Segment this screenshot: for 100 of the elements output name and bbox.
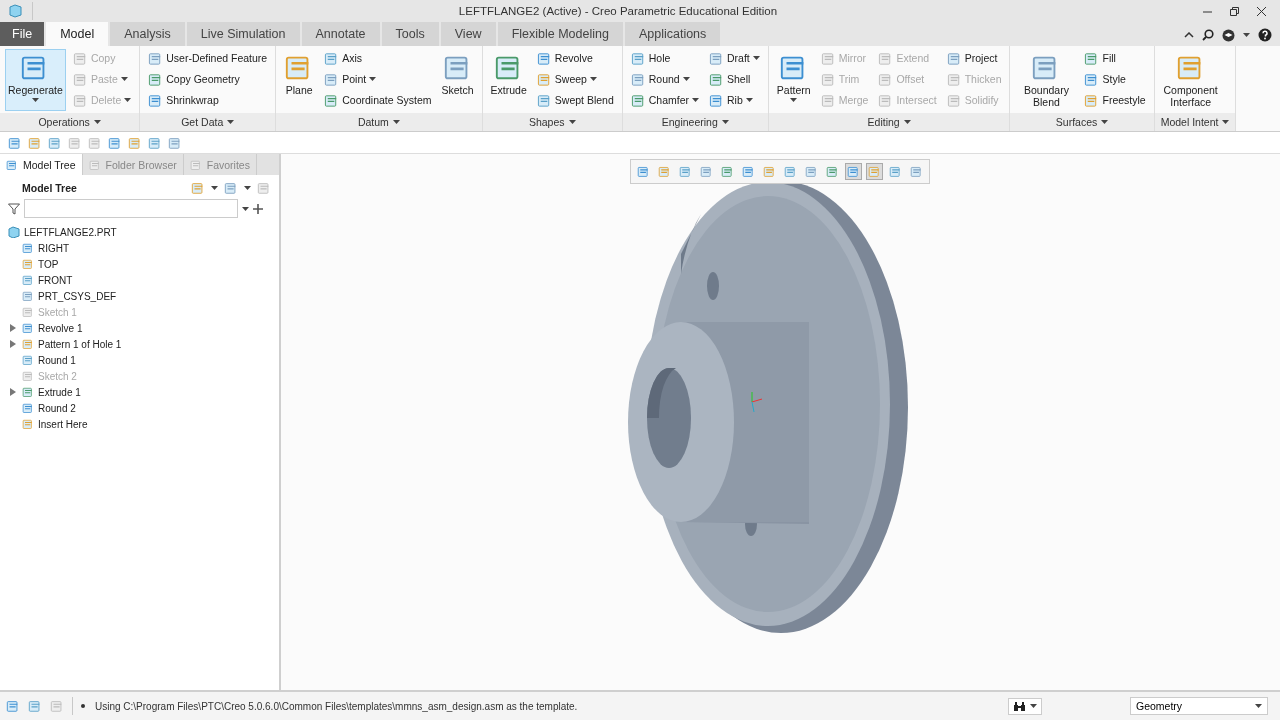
ribbon-button[interactable]: Freestyle — [1081, 91, 1149, 109]
tool-icon — [50, 699, 64, 713]
search-field[interactable] — [24, 199, 238, 218]
ribbon-button[interactable]: Shrinkwrap — [145, 91, 271, 109]
window-title: LEFTFLANGE2 (Active) - Creo Parametric Educational Edition — [457, 5, 779, 17]
ribbon-button[interactable]: Draft — [706, 49, 763, 67]
tool-icon — [22, 386, 34, 398]
view-tool-button[interactable] — [866, 163, 883, 180]
caret-icon — [369, 77, 377, 81]
ribbon-button[interactable]: Hole — [627, 49, 703, 67]
ribbon-button[interactable]: User-Defined Feature — [145, 49, 271, 67]
tool-icon — [820, 71, 836, 87]
tool-icon — [868, 165, 881, 178]
group-menu[interactable]: Operations — [0, 113, 140, 131]
ribbon-tab[interactable]: Applications — [624, 22, 721, 46]
group-menu[interactable]: Get Data — [140, 113, 276, 131]
ribbon-tab[interactable]: Live Simulation — [186, 22, 300, 46]
tree-item[interactable]: Round 1 — [8, 352, 279, 368]
group-menu[interactable]: Engineering — [622, 113, 768, 131]
tool-icon — [946, 71, 962, 87]
ribbon-tab[interactable]: Tools — [381, 22, 439, 46]
ribbon-button[interactable]: Regenerate — [5, 49, 66, 111]
ribbon-button[interactable]: Sketch — [438, 49, 477, 111]
ribbon-button[interactable]: Rib — [706, 91, 763, 109]
caret-icon — [568, 120, 576, 124]
tool-icon — [6, 699, 20, 713]
ribbon-button[interactable]: Plane — [281, 49, 318, 111]
caret-icon — [1030, 704, 1037, 708]
ribbon-button[interactable]: Axis — [321, 49, 435, 67]
ribbon-button[interactable]: Copy Geometry — [145, 70, 271, 88]
tool-icon — [189, 158, 202, 171]
tree-item[interactable]: TOP — [8, 256, 279, 272]
ribbon-tab[interactable]: Annotate — [301, 22, 380, 46]
tree-item[interactable]: RIGHT — [8, 240, 279, 256]
group-menu[interactable]: Model Intent — [1154, 113, 1236, 131]
tool-icon — [847, 165, 860, 178]
tool-icon — [700, 165, 713, 178]
panel-tab[interactable]: Model Tree — [0, 154, 83, 175]
tree-item[interactable]: PRT_CSYS_DEF — [8, 288, 279, 304]
expand-icon[interactable] — [10, 324, 16, 332]
ribbon-button[interactable]: Component Interface — [1159, 49, 1222, 111]
group-menu[interactable]: Shapes — [482, 113, 622, 131]
ribbon-button[interactable]: Project — [943, 49, 1005, 67]
ribbon-tab[interactable]: Model — [46, 22, 109, 46]
view-tool-button[interactable] — [845, 163, 862, 180]
ribbon-button[interactable]: Pattern — [773, 49, 814, 111]
search-icon[interactable] — [1202, 29, 1214, 41]
tool-icon — [22, 274, 34, 286]
ribbon-button[interactable]: Swept Blend — [533, 91, 617, 109]
ribbon-button[interactable]: Coordinate System — [321, 91, 435, 109]
ribbon-button[interactable]: Boundary Blend — [1015, 49, 1078, 111]
ribbon-button[interactable]: Style — [1081, 70, 1149, 88]
caret-icon — [93, 120, 101, 124]
help-icon[interactable] — [1258, 28, 1272, 42]
tree-item[interactable]: Insert Here — [8, 416, 279, 432]
tool-icon — [148, 135, 162, 150]
ribbon-button[interactable]: Extrude — [487, 49, 530, 111]
tool-icon — [946, 50, 962, 66]
tree-item[interactable]: LEFTFLANGE2.PRT — [8, 224, 279, 240]
filter-icon[interactable] — [8, 202, 20, 215]
ribbon-button[interactable]: Point — [321, 70, 435, 88]
close-icon[interactable] — [1257, 6, 1266, 16]
tree-item[interactable]: FRONT — [8, 272, 279, 288]
caret-icon — [745, 98, 753, 102]
restore-icon[interactable] — [1230, 6, 1239, 16]
expand-icon[interactable] — [10, 388, 16, 396]
tool-icon — [168, 135, 182, 150]
tool-icon — [88, 135, 102, 150]
ribbon-button[interactable]: Revolve — [533, 49, 617, 67]
ribbon-button[interactable]: Fill — [1081, 49, 1149, 67]
group-menu[interactable]: Editing — [768, 113, 1010, 131]
plus-icon[interactable] — [253, 203, 263, 214]
caret-icon — [120, 77, 128, 81]
ribbon-tab[interactable]: Analysis — [110, 22, 185, 46]
ribbon-tab[interactable]: View — [440, 22, 496, 46]
caret-icon — [1255, 704, 1262, 708]
caret-icon — [244, 186, 251, 190]
caret-icon — [589, 77, 597, 81]
tree-item[interactable]: Revolve 1 — [8, 320, 279, 336]
tree-item[interactable]: Extrude 1 — [8, 384, 279, 400]
expand-icon[interactable] — [10, 340, 16, 348]
tool-icon — [224, 181, 238, 195]
caret-icon — [242, 206, 249, 211]
status-message: Using C:\Program Files\PTC\Creo 5.0.6.0\Common Files\templates\mmns_asm_design.asm as the template. — [95, 700, 578, 712]
collapse-icon[interactable] — [1184, 32, 1194, 38]
binoculars-icon[interactable] — [1013, 700, 1026, 712]
ribbon-button[interactable]: Shell — [706, 70, 763, 88]
group-menu[interactable]: Surfaces — [1010, 113, 1154, 131]
filter-dropdown[interactable]: Geometry — [1130, 697, 1268, 715]
ribbon-button[interactable]: Chamfer — [627, 91, 703, 109]
tree-item[interactable]: Pattern 1 of Hole 1 — [8, 336, 279, 352]
file-menu[interactable]: File — [0, 22, 45, 46]
ribbon-tab[interactable]: Flexible Modeling — [497, 22, 623, 46]
tool-icon — [257, 181, 271, 195]
ribbon-button[interactable]: Round — [627, 70, 703, 88]
ribbon-button[interactable]: Sweep — [533, 70, 617, 88]
caret-icon — [124, 98, 132, 102]
group-menu[interactable]: Datum — [276, 113, 482, 131]
tree-item[interactable]: Round 2 — [8, 400, 279, 416]
graduation-cap-icon[interactable] — [1222, 28, 1235, 42]
